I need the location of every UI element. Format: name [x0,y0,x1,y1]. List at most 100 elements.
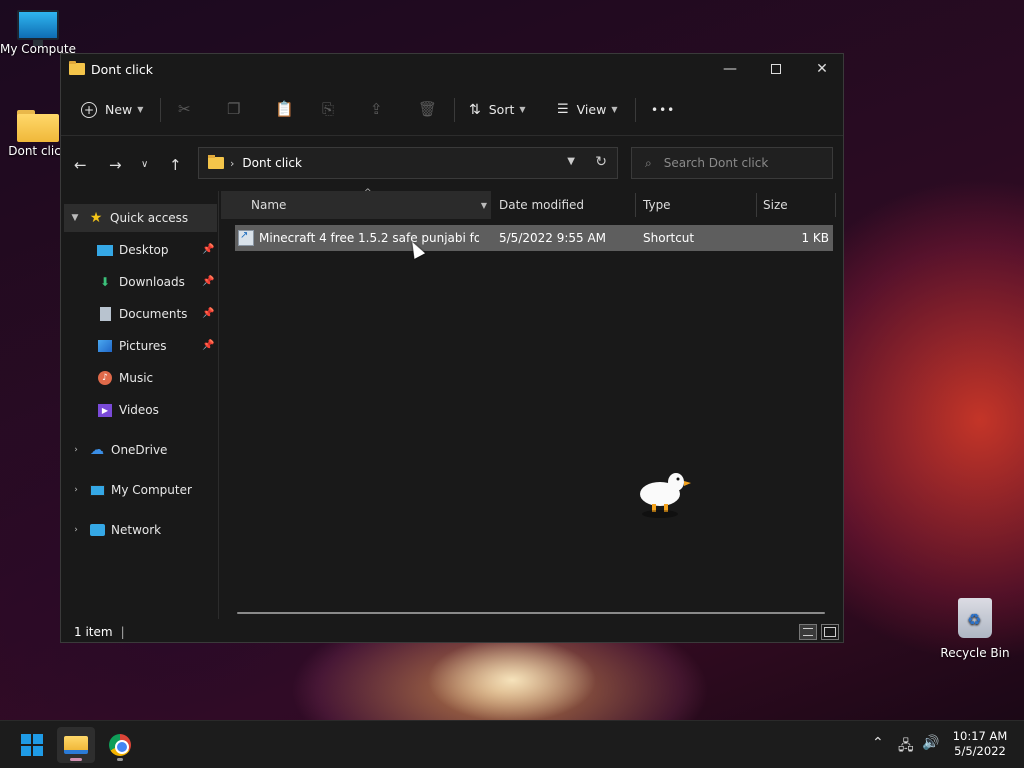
nav-videos[interactable]: ▶ Videos [97,396,159,424]
command-bar: + New ▼ ✂ ❐ 📋 ⎘ ⇪ 🗑 ⇅ Sort ▼ ☰ View ▼ ••… [61,84,843,136]
column-header-type[interactable]: Type [643,191,671,219]
recycle-bin-icon: ♻ [958,598,992,638]
chevron-down-icon[interactable]: ▼ [567,156,575,167]
column-date-label: Date modified [499,198,585,212]
nav-my-computer-label: My Computer [111,483,192,497]
horizontal-scrollbar[interactable] [237,612,825,614]
expand-icon[interactable]: › [69,485,83,495]
breadcrumb-separator-icon: › [230,156,235,170]
cloud-icon: ☁ [90,442,104,458]
sort-button[interactable]: ⇅ Sort ▼ [469,102,526,118]
column-header-name[interactable]: ^ Name ▼ [221,188,491,219]
sort-label: Sort [488,102,515,117]
plus-circle-icon: + [81,101,97,118]
title-bar[interactable]: Dont click — ✕ [61,54,843,84]
nav-network[interactable]: › Network [69,516,161,544]
more-options-button[interactable]: ••• [651,103,675,117]
show-hidden-icons-icon[interactable]: ⌃ [872,735,884,751]
address-bar[interactable]: › Dont click ▼ ↻ [198,147,618,179]
star-icon: ★ [89,210,103,226]
nav-documents[interactable]: Documents [97,300,187,328]
clock[interactable]: 10:17 AM 5/5/2022 [944,729,1016,759]
column-header-size[interactable]: Size [763,191,788,219]
pin-icon[interactable]: 📌 [202,276,214,287]
large-icons-view-icon [824,627,836,637]
goose-icon [640,473,691,518]
chevron-down-icon: ▼ [519,105,526,114]
search-box[interactable]: ⌕ [631,147,833,179]
forward-arrow-icon[interactable]: → [109,156,122,174]
video-icon: ▶ [97,402,113,418]
new-button[interactable]: + New ▼ [81,101,143,118]
pin-icon[interactable]: 📌 [202,340,214,351]
refresh-icon[interactable]: ↻ [595,154,607,170]
volume-icon[interactable]: 🔊 [922,735,939,751]
large-icons-view-button[interactable] [821,624,839,640]
desktop-icon-recycle-bin[interactable]: ♻ Recycle Bin [937,598,1013,660]
expand-icon[interactable]: › [69,525,83,535]
computer-icon [17,10,59,46]
nav-downloads[interactable]: ⬇ Downloads [97,268,185,296]
file-type: Shortcut [643,231,695,245]
maximize-button[interactable] [753,54,799,84]
details-view-button[interactable] [799,624,817,640]
minimize-button[interactable]: — [707,54,753,84]
breadcrumb-dont-click[interactable]: Dont click [242,156,302,170]
minimize-icon: — [723,61,737,77]
share-icon[interactable]: ⇪ [370,100,383,118]
new-label: New [105,102,133,117]
column-type-label: Type [643,198,671,212]
search-icon: ⌕ [645,155,652,170]
details-view-icon [803,628,813,636]
chevron-down-icon[interactable]: ▼ [481,201,487,210]
taskbar-file-explorer[interactable] [57,727,95,763]
file-row[interactable]: Minecraft 4 free 1.5.2 safe punjabi for … [235,225,833,251]
close-button[interactable]: ✕ [799,54,845,84]
up-arrow-icon[interactable]: ↑ [169,156,182,174]
delete-icon[interactable]: 🗑 [418,100,437,118]
search-input[interactable] [663,156,814,170]
view-button[interactable]: ☰ View ▼ [557,102,617,117]
copy-icon[interactable]: ❐ [227,100,240,118]
paste-icon[interactable]: 📋 [275,100,294,118]
pin-icon[interactable]: 📌 [202,244,214,255]
network-icon [89,522,105,538]
column-name-label: Name [251,198,287,212]
column-divider[interactable] [756,193,757,217]
expand-icon[interactable]: › [69,445,83,455]
file-name: Minecraft 4 free 1.5.2 safe punjabi for … [259,231,479,245]
clock-date: 5/5/2022 [954,744,1006,758]
maximize-icon [771,64,781,74]
cut-icon[interactable]: ✂ [178,100,191,118]
sort-icon: ⇅ [469,101,481,118]
collapse-icon[interactable]: ▼ [68,213,82,223]
rename-icon[interactable]: ⎘ [322,100,334,118]
column-header-date[interactable]: Date modified [499,191,584,219]
recent-locations-icon[interactable]: ∨ [141,159,148,170]
back-arrow-icon[interactable]: ← [74,156,87,174]
column-divider[interactable] [635,193,636,217]
start-button[interactable] [13,727,51,763]
nav-onedrive[interactable]: › ☁ OneDrive [69,436,167,464]
sort-ascending-icon: ^ [364,188,372,198]
toolbar-divider [454,98,455,122]
desktop-icon-label: Recycle Bin [940,646,1010,660]
nav-my-computer[interactable]: › My Computer [69,476,192,504]
nav-quick-access[interactable]: ▼ ★ Quick access [64,204,217,232]
nav-pictures[interactable]: Pictures [97,332,167,360]
taskbar-chrome[interactable] [101,727,139,763]
network-status-icon[interactable]: 🖧 [898,735,914,759]
window-title: Dont click [91,61,153,77]
nav-music[interactable]: ♪ Music [97,364,153,392]
desktop-icon-my-computer[interactable]: My Computer [0,10,76,56]
nav-network-label: Network [111,523,162,537]
folder-icon [64,736,88,754]
pin-icon[interactable]: 📌 [202,308,214,319]
nav-music-label: Music [119,371,154,385]
column-divider[interactable] [835,193,836,217]
status-bar: 1 item | [61,620,843,644]
folder-icon [208,155,224,169]
nav-desktop[interactable]: Desktop [97,236,169,264]
pictures-icon [97,338,113,354]
windows-logo-icon [21,734,43,756]
